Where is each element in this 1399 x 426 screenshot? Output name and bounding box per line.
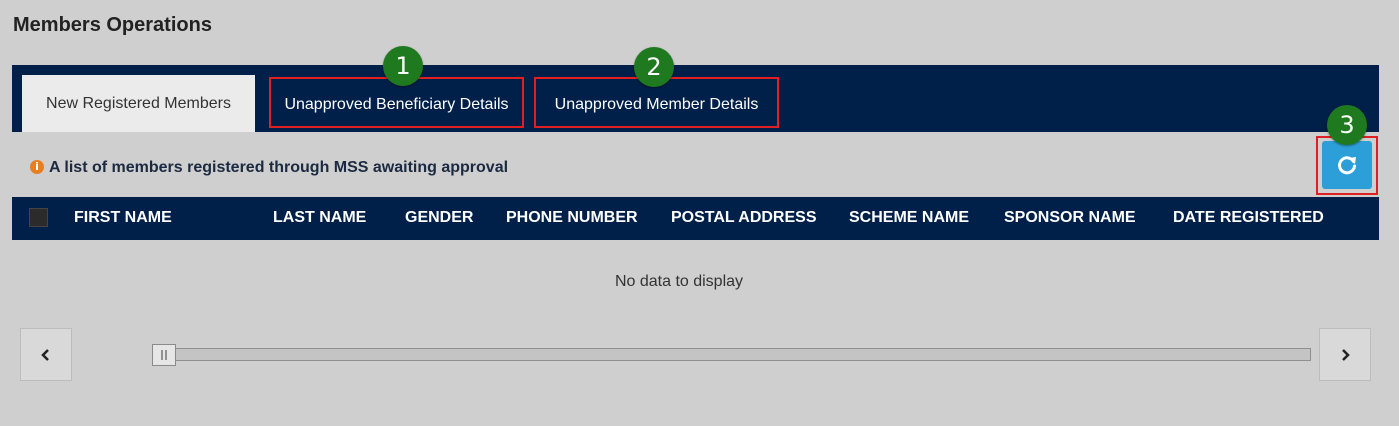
- tab-new-registered-members[interactable]: New Registered Members: [22, 75, 255, 132]
- callout-marker-1: 1: [383, 46, 423, 86]
- column-header-last-name[interactable]: LAST NAME: [273, 209, 366, 227]
- info-bar: i A list of members registered through M…: [12, 132, 1379, 197]
- chevron-right-icon: [1342, 348, 1350, 361]
- column-header-gender[interactable]: GENDER: [405, 209, 473, 227]
- column-header-date-registered[interactable]: DATE REGISTERED: [1173, 209, 1324, 227]
- horizontal-scroll-track[interactable]: [153, 348, 1311, 361]
- column-header-scheme-name[interactable]: SCHEME NAME: [849, 209, 969, 227]
- chevron-left-icon: [41, 348, 49, 361]
- scroll-left-button[interactable]: [20, 328, 72, 381]
- callout-marker-2: 2: [634, 47, 674, 87]
- scroll-right-button[interactable]: [1319, 328, 1371, 381]
- refresh-icon: [1338, 156, 1356, 175]
- tab-bar: New Registered Members Unapproved Benefi…: [12, 65, 1379, 132]
- refresh-button[interactable]: [1322, 141, 1372, 189]
- info-message: A list of members registered through MSS…: [49, 159, 509, 176]
- scroll-thumb[interactable]: [152, 344, 176, 366]
- page-title: Members Operations: [13, 14, 212, 36]
- column-header-first-name[interactable]: FIRST NAME: [74, 209, 172, 227]
- column-header-postal-address[interactable]: POSTAL ADDRESS: [671, 209, 817, 227]
- callout-marker-3: 3: [1327, 105, 1367, 145]
- column-header-phone-number[interactable]: PHONE NUMBER: [506, 209, 638, 227]
- select-all-checkbox[interactable]: [29, 208, 48, 227]
- empty-state-message: No data to display: [614, 273, 744, 290]
- info-icon: i: [30, 160, 44, 174]
- grip-icon: [161, 350, 167, 360]
- grid-header: FIRST NAME LAST NAME GENDER PHONE NUMBER…: [12, 197, 1379, 240]
- column-header-sponsor-name[interactable]: SPONSOR NAME: [1004, 209, 1136, 227]
